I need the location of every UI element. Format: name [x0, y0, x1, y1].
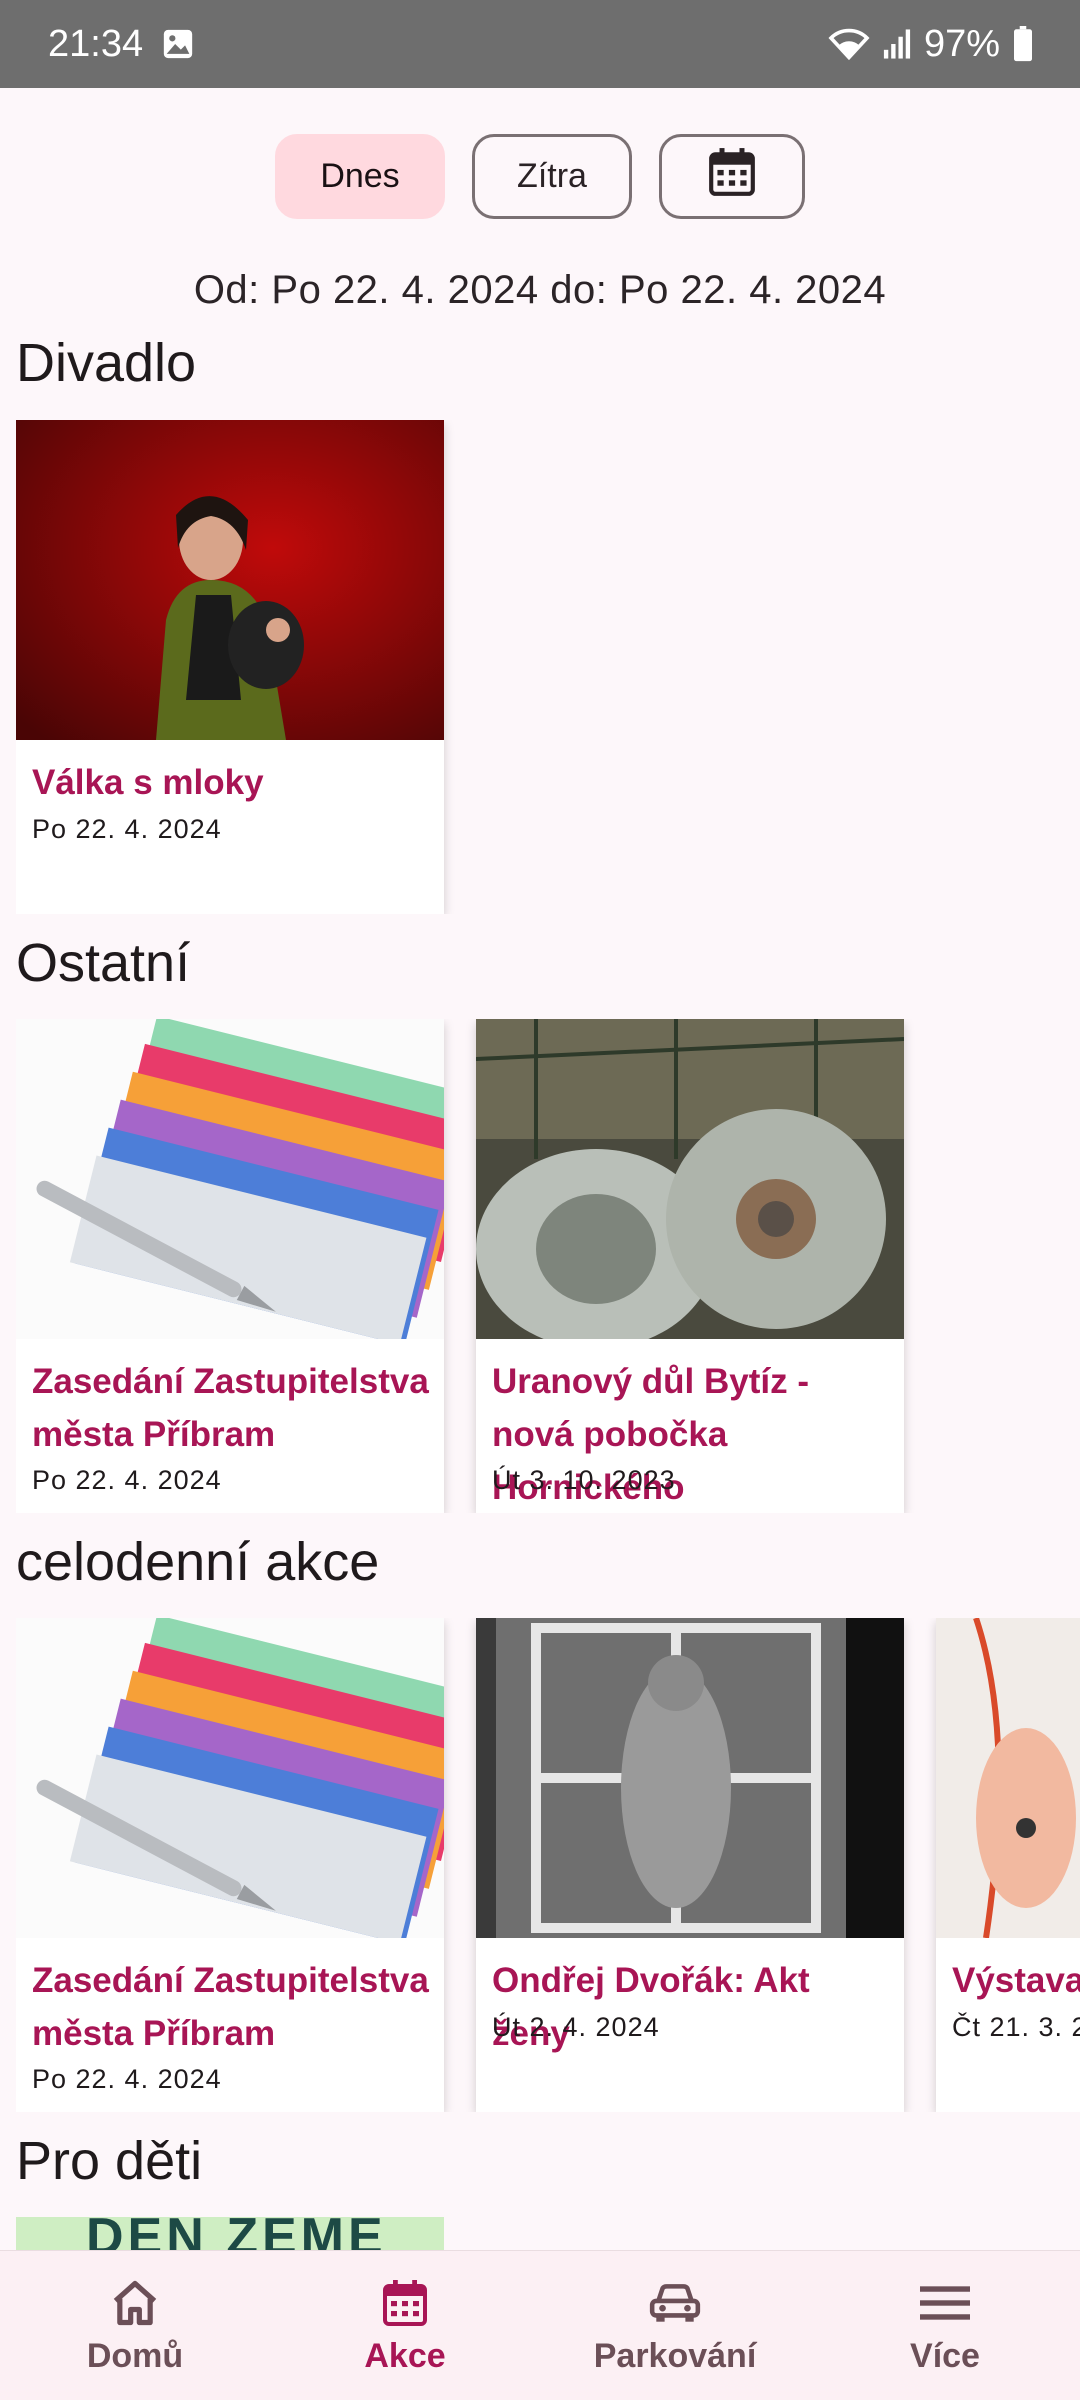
- event-date: Po 22. 4. 2024: [32, 814, 222, 844]
- menu-icon: [920, 2275, 970, 2331]
- event-card[interactable]: Výstava Čt 21. 3. 2024: [936, 1618, 1080, 2112]
- kids-banner-text: DEN ZEMĚ: [86, 2217, 387, 2253]
- battery-icon: [1012, 26, 1034, 62]
- event-card[interactable]: Zasedání Zastupitelstva města Příbram Po…: [16, 1618, 444, 2112]
- section-title-kids: Pro děti: [16, 2131, 203, 2191]
- status-bar: 21:34 97%: [0, 0, 1080, 88]
- status-time: 21:34: [48, 22, 144, 65]
- section-title-other: Ostatní: [16, 933, 191, 993]
- event-image: [936, 1618, 1080, 1938]
- home-icon: [109, 2275, 161, 2331]
- calendar-picker-button[interactable]: [659, 134, 805, 219]
- event-image: [476, 1019, 904, 1339]
- event-image: [16, 1019, 444, 1339]
- today-filter-button[interactable]: Dnes: [275, 134, 445, 219]
- event-date: Čt 21. 3. 2024: [952, 2012, 1080, 2042]
- event-title: Válka s mloky: [32, 763, 264, 802]
- wifi-icon: [828, 27, 870, 61]
- bottom-navigation: Domů Akce Parkování Více: [0, 2250, 1080, 2400]
- event-image: [16, 1618, 444, 1938]
- event-card[interactable]: Uranový důl Bytíz - nová pobočka Hornick…: [476, 1019, 904, 1513]
- theatre-events-row: Válka s mloky Po 22. 4. 2024: [16, 420, 1080, 914]
- kids-event-banner[interactable]: DEN ZEMĚ: [16, 2217, 444, 2253]
- event-card[interactable]: Zasedání Zastupitelstva města Příbram Po…: [16, 1019, 444, 1513]
- other-events-row: Zasedání Zastupitelstva města Příbram Po…: [16, 1019, 1080, 1513]
- date-range-label: Od: Po 22. 4. 2024 do: Po 22. 4. 2024: [193, 268, 887, 312]
- section-title-allday: celodenní akce: [16, 1532, 380, 1592]
- calendar-icon: [707, 146, 757, 207]
- event-card[interactable]: Ondřej Dvořák: Akt ženy Út 2. 4. 2024: [476, 1618, 904, 2112]
- event-date: Po 22. 4. 2024: [32, 2064, 222, 2094]
- nav-parking[interactable]: Parkování: [540, 2251, 810, 2400]
- nav-home[interactable]: Domů: [0, 2251, 270, 2400]
- date-filter-bar: Dnes Zítra: [0, 134, 1080, 219]
- calendar-icon: [381, 2275, 429, 2331]
- nav-home-label: Domů: [86, 2337, 184, 2375]
- nav-events-label: Akce: [364, 2337, 446, 2375]
- event-title: Výstava: [952, 1961, 1080, 2000]
- event-card[interactable]: Válka s mloky Po 22. 4. 2024: [16, 420, 444, 914]
- event-title: Zasedání Zastupitelstva města Příbram: [32, 1362, 429, 1454]
- event-title: Ondřej Dvořák: Akt ženy: [492, 1961, 810, 2053]
- signal-icon: [882, 28, 912, 60]
- nav-parking-label: Parkování: [593, 2337, 757, 2375]
- car-icon: [648, 2275, 702, 2331]
- event-date: Po 22. 4. 2024: [32, 1465, 222, 1495]
- nav-more[interactable]: Více: [810, 2251, 1080, 2400]
- nav-more-label: Více: [910, 2337, 980, 2375]
- event-image: [476, 1618, 904, 1938]
- tomorrow-filter-button[interactable]: Zítra: [472, 134, 632, 219]
- gallery-notification-icon: [161, 27, 195, 61]
- event-date: Út 2. 4. 2024: [492, 2012, 660, 2042]
- event-title: Zasedání Zastupitelstva města Příbram: [32, 1961, 429, 2053]
- event-date: Út 3. 10. 2023: [492, 1465, 676, 1495]
- section-title-theatre: Divadlo: [16, 333, 197, 393]
- nav-events[interactable]: Akce: [270, 2251, 540, 2400]
- allday-events-row: Zasedání Zastupitelstva města Příbram Po…: [16, 1618, 1080, 2112]
- event-image: [16, 420, 444, 740]
- battery-percent: 97%: [923, 22, 1000, 65]
